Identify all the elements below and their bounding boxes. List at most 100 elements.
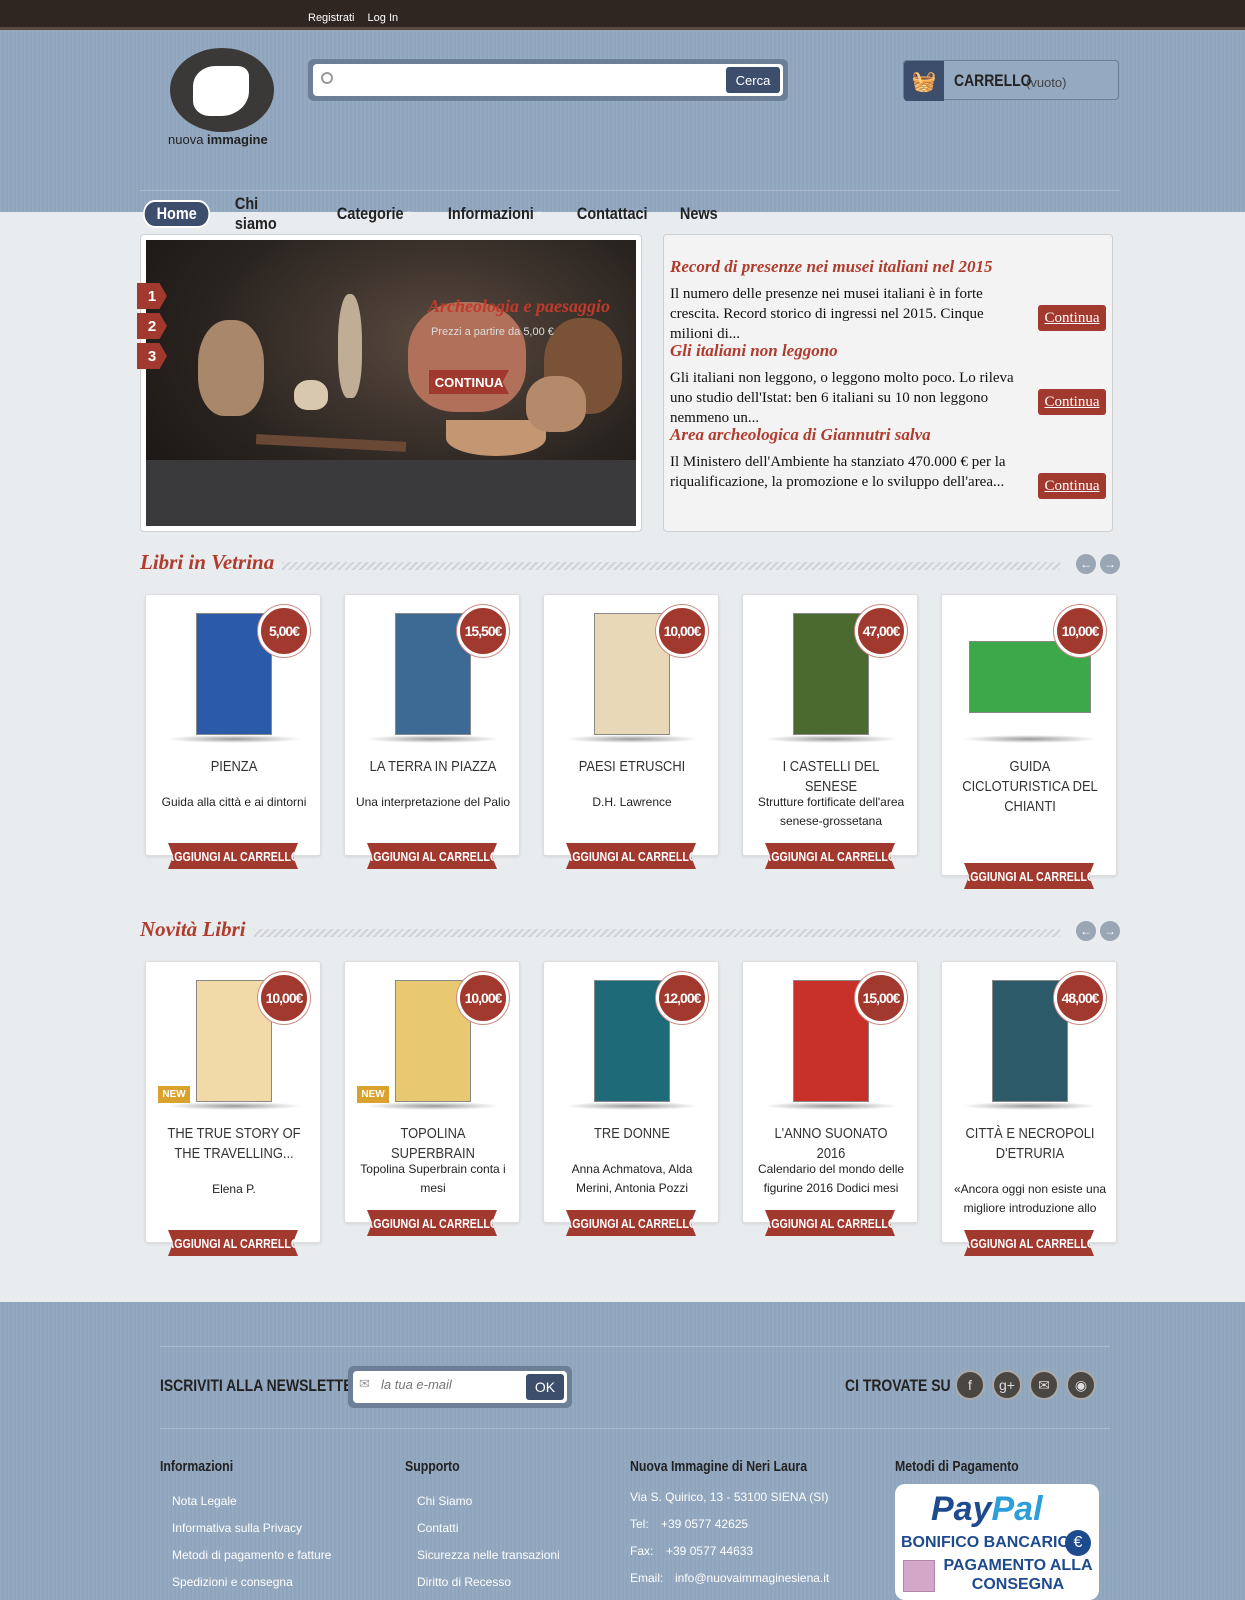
price-badge: 10,00€ — [1054, 605, 1106, 657]
book-title[interactable]: LA TERRA IN PIAZZA — [362, 757, 503, 777]
news-text: Il numero delle presenze nei musei itali… — [670, 286, 984, 342]
add-to-cart-button[interactable]: AGGIUNGI AL CARRELLO — [964, 863, 1094, 889]
cover-shadow — [763, 735, 899, 743]
slide-image[interactable]: Archeologia e paesaggio Prezzi a partire… — [146, 240, 636, 526]
paypal-logo: PayPal — [931, 1490, 1043, 1529]
footer-col-supporto-title: Supporto — [405, 1458, 460, 1475]
add-to-cart-button[interactable]: AGGIUNGI AL CARRELLO — [566, 1210, 696, 1236]
news-title[interactable]: Record di presenze nei musei italiani ne… — [670, 257, 1106, 277]
product-card[interactable]: 10,00€ NEW THE TRUE STORY OF THE TRAVELLIN… — [145, 961, 321, 1256]
book-title[interactable]: GUIDA CICLOTURISTICA DEL CHIANTI — [959, 757, 1100, 817]
add-to-cart-button[interactable]: AGGIUNGI AL CARRELLO — [964, 1230, 1094, 1256]
banknote-icon — [903, 1560, 935, 1592]
search-button[interactable]: Cerca — [726, 67, 780, 93]
cover-shadow — [365, 735, 501, 743]
slide-continue-button[interactable]: CONTINUA — [429, 370, 509, 394]
cover-shadow — [564, 735, 700, 743]
pitcher — [526, 376, 586, 432]
book-title[interactable]: THE TRUE STORY OF THE TRAVELLING... — [163, 1124, 304, 1164]
product-card[interactable]: 10,00€ PAESI ETRUSCHI D.H. Lawrence AGGIUNG… — [543, 594, 719, 869]
newsletter-form: ✉ OK — [348, 1366, 572, 1408]
cart-label: CARRELLO — [954, 71, 1032, 90]
product-card[interactable]: 15,00€ L'ANNO SUONATO 2016 Calendario del … — [742, 961, 918, 1236]
add-to-cart-label: AGGIUNGI AL CARRELLO — [962, 1235, 1096, 1251]
add-to-cart-button[interactable]: AGGIUNGI AL CARRELLO — [367, 843, 497, 869]
euro-icon: € — [1065, 1530, 1091, 1556]
footer-link-pagamento[interactable]: Metodi di pagamento e fatture — [172, 1548, 331, 1562]
footer-link-recesso[interactable]: Diritto di Recesso — [417, 1575, 511, 1589]
book-title[interactable]: CITTÀ E NECROPOLI D'ETRURIA — [959, 1124, 1100, 1164]
rss-icon[interactable]: ◉ — [1066, 1370, 1096, 1400]
footer-divider — [160, 1346, 1110, 1347]
cart-widget[interactable]: 🧺 CARRELLO (vuoto) — [903, 60, 1119, 101]
display-shelf — [146, 460, 636, 526]
tel-label: Tel: — [630, 1517, 649, 1531]
site-logo[interactable]: nuova immagine — [168, 48, 278, 148]
product-card[interactable]: 47,00€ I CASTELLI DEL SENESE Strutture for… — [742, 594, 918, 869]
book-title[interactable]: I CASTELLI DEL SENESE — [760, 757, 901, 797]
arrow-left-icon[interactable]: ← — [1076, 921, 1096, 941]
arrow-right-icon[interactable]: → — [1100, 921, 1120, 941]
footer-link-spedizioni[interactable]: Spedizioni e consegna — [172, 1575, 293, 1589]
footer-link-privacy[interactable]: Informativa sulla Privacy — [172, 1521, 302, 1535]
news-continue-button[interactable]: Continua — [1038, 305, 1106, 331]
footer-link-contatti[interactable]: Contatti — [417, 1521, 458, 1535]
product-card[interactable]: 12,00€ TRE DONNE Anna Achmatova, Alda Meri… — [543, 961, 719, 1236]
add-to-cart-label: AGGIUNGI AL CARRELLO — [365, 1215, 499, 1231]
price-badge: 12,00€ — [656, 972, 708, 1024]
add-to-cart-label: AGGIUNGI AL CARRELLO — [564, 1215, 698, 1231]
slide-title: Archeologia e paesaggio — [428, 296, 610, 316]
book-title[interactable]: TRE DONNE — [561, 1124, 702, 1144]
basket-icon: 🧺 — [904, 61, 944, 101]
news-title[interactable]: Gli italiani non leggono — [670, 341, 1106, 361]
product-card[interactable]: 5,00€ PIENZA Guida alla città e ai dintorn… — [145, 594, 321, 869]
paypal-logo-part: Pal — [991, 1490, 1043, 1528]
footer-link-chi-siamo[interactable]: Chi Siamo — [417, 1494, 472, 1508]
amphora-small — [338, 294, 362, 398]
book-title[interactable]: L'ANNO SUONATO 2016 — [760, 1124, 901, 1164]
news-title[interactable]: Area archeologica di Giannutri salva — [670, 425, 1106, 445]
email-icon[interactable]: ✉ — [1029, 1370, 1059, 1400]
add-to-cart-button[interactable]: AGGIUNGI AL CARRELLO — [168, 1230, 298, 1256]
footer-col-informazioni-title: Informazioni — [160, 1458, 234, 1475]
add-to-cart-button[interactable]: AGGIUNGI AL CARRELLO — [765, 1210, 895, 1236]
price-badge: 15,50€ — [457, 605, 509, 657]
product-card[interactable]: 15,50€ LA TERRA IN PIAZZA Una interpretazi… — [344, 594, 520, 869]
newsletter-ok-button[interactable]: OK — [526, 1374, 564, 1400]
add-to-cart-button[interactable]: AGGIUNGI AL CARRELLO — [566, 843, 696, 869]
footer-col-company-title: Nuova Immagine di Neri Laura — [630, 1458, 808, 1475]
arrow-left-icon[interactable]: ← — [1076, 554, 1096, 574]
book-title[interactable]: PAESI ETRUSCHI — [561, 757, 702, 777]
email-link[interactable]: info@nuovaimmaginesiena.it — [675, 1571, 829, 1585]
footer-col-payment-title: Metodi di Pagamento — [895, 1458, 1019, 1475]
bowl-large — [446, 420, 546, 456]
add-to-cart-button[interactable]: AGGIUNGI AL CARRELLO — [765, 843, 895, 869]
price-badge: 5,00€ — [258, 605, 310, 657]
add-to-cart-label: AGGIUNGI AL CARRELLO — [166, 1235, 300, 1251]
book-title[interactable]: PIENZA — [163, 757, 304, 777]
search-input[interactable] — [343, 68, 713, 90]
section-header-vetrina: Libri in Vetrina ← → — [140, 550, 1120, 580]
add-to-cart-button[interactable]: AGGIUNGI AL CARRELLO — [168, 843, 298, 869]
book-title[interactable]: TOPOLINA SUPERBRAIN — [362, 1124, 503, 1164]
mail-icon: ✉ — [359, 1376, 370, 1391]
book-description: Guida alla città e ai dintorni — [161, 795, 307, 809]
product-card[interactable]: 48,00€ CITTÀ E NECROPOLI D'ETRURIA «Ancora… — [941, 961, 1117, 1256]
footer-link-sicurezza[interactable]: Sicurezza nelle transazioni — [417, 1548, 560, 1562]
facebook-icon[interactable]: f — [955, 1370, 985, 1400]
header: nuova immagine Cerca 🧺 CARRELLO (vuoto) … — [0, 30, 1245, 233]
payment-methods-badge: PayPal BONIFICO BANCARIO € PAGAMENTO ALL… — [895, 1484, 1099, 1600]
product-card[interactable]: 10,00€ GUIDA CICLOTURISTICA DEL CHIANTI AG… — [941, 594, 1117, 889]
news-continue-button[interactable]: Continua — [1038, 389, 1106, 415]
product-card[interactable]: 10,00€ NEW TOPOLINA SUPERBRAIN Topolina Sup… — [344, 961, 520, 1236]
footer-link-nota-legale[interactable]: Nota Legale — [172, 1494, 237, 1508]
footer-divider — [160, 1428, 1110, 1429]
add-to-cart-button[interactable]: AGGIUNGI AL CARRELLO — [367, 1210, 497, 1236]
news-continue-button[interactable]: Continua — [1038, 473, 1106, 499]
login-link[interactable]: Log In — [368, 12, 399, 24]
news-panel: Record di presenze nei musei italiani ne… — [663, 234, 1113, 532]
register-link[interactable]: Registrati — [308, 12, 354, 24]
google-plus-icon[interactable]: g+ — [992, 1370, 1022, 1400]
arrow-right-icon[interactable]: → — [1100, 554, 1120, 574]
newsletter-email-input[interactable] — [381, 1377, 521, 1392]
